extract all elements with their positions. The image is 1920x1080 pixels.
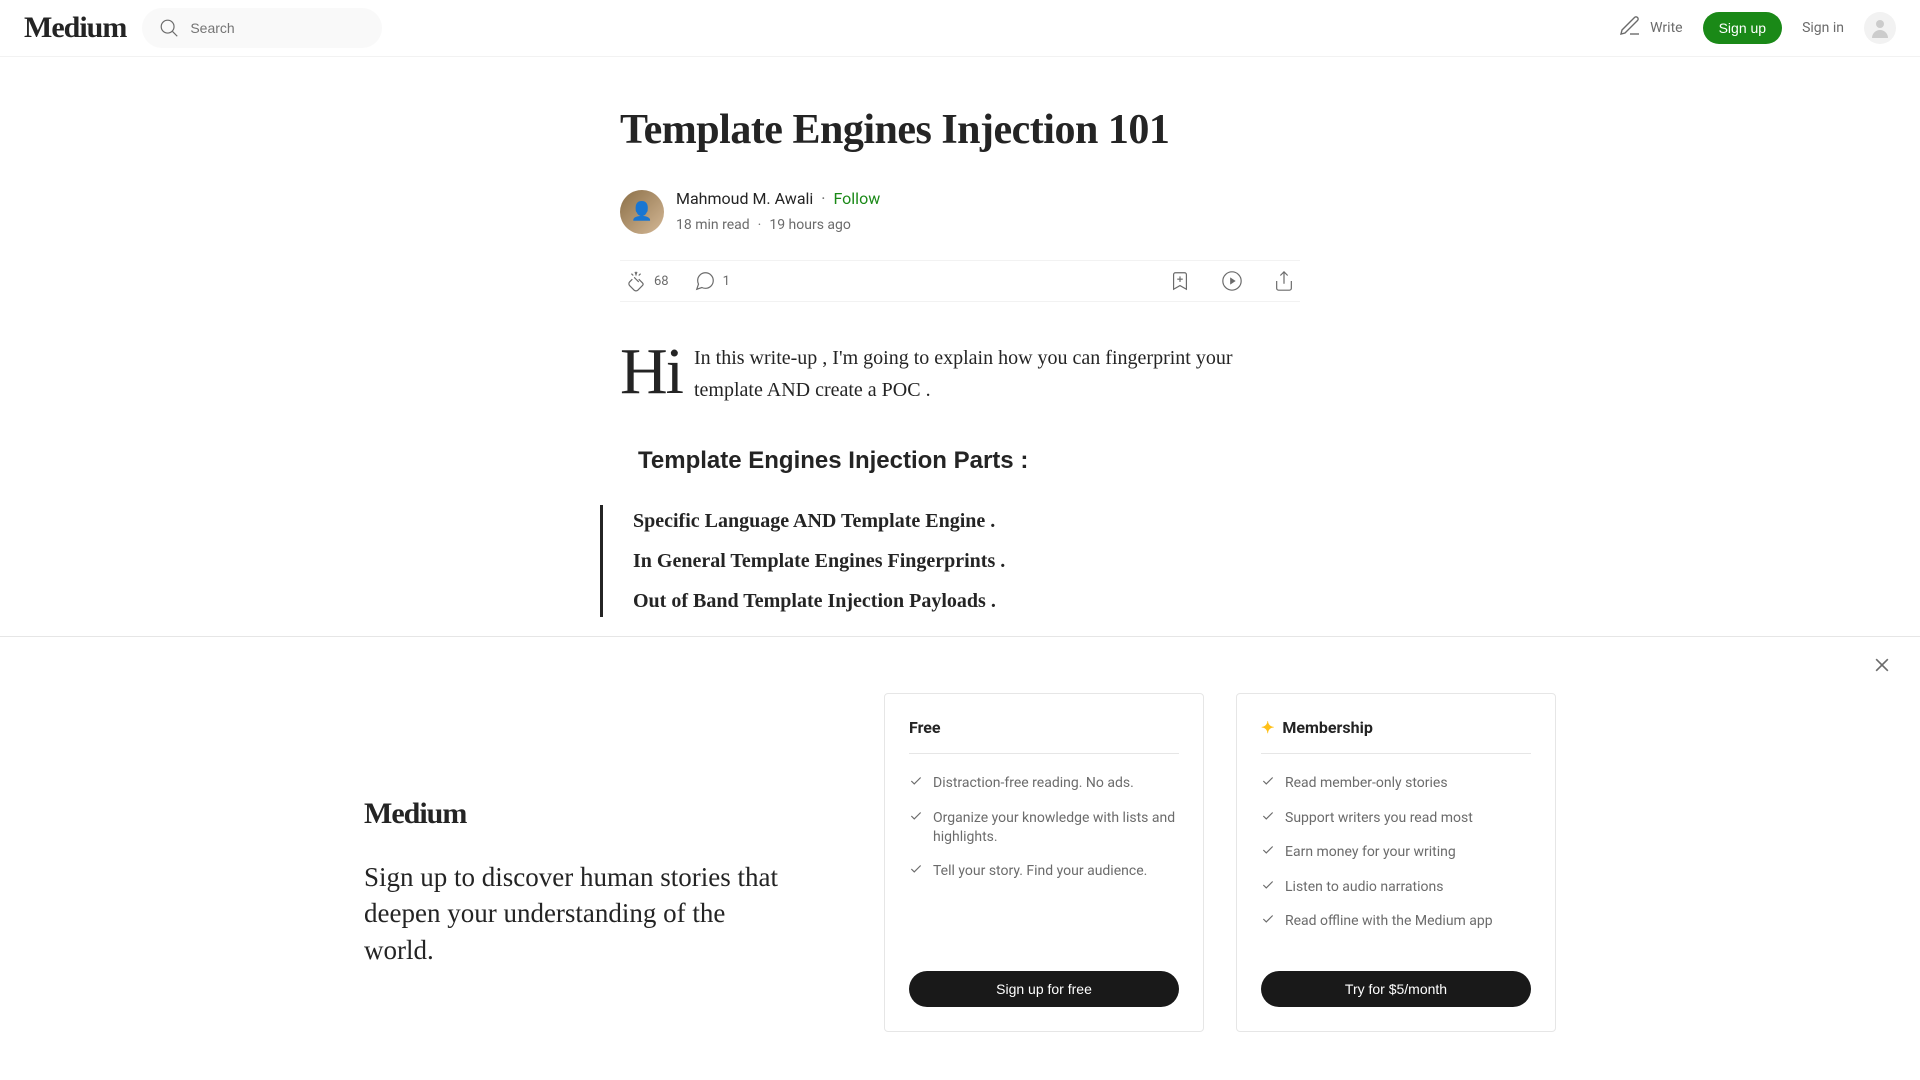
parts-list: Specific Language AND Template Engine . … bbox=[600, 505, 1300, 617]
check-icon bbox=[909, 809, 923, 848]
feature-text: Support writers you read most bbox=[1285, 809, 1473, 830]
check-icon bbox=[1261, 809, 1275, 830]
actions-bar: 68 1 bbox=[620, 260, 1300, 302]
separator-dot: · bbox=[821, 187, 825, 211]
search-box[interactable] bbox=[142, 8, 382, 48]
author-row: 👤 Mahmoud M. Awali · Follow 18 min read … bbox=[620, 187, 1300, 236]
check-icon bbox=[1261, 843, 1275, 864]
article-body: Hi In this write-up , I'm going to expla… bbox=[620, 342, 1300, 616]
check-icon bbox=[909, 774, 923, 795]
dropcap: Hi bbox=[620, 342, 682, 406]
feature-text: Listen to audio narrations bbox=[1285, 878, 1443, 899]
clap-icon bbox=[624, 269, 648, 293]
check-icon bbox=[1261, 912, 1275, 933]
bookmark-button[interactable] bbox=[1168, 269, 1192, 293]
plans: Free Distraction-free reading. No ads. O… bbox=[884, 693, 1556, 1032]
clap-button[interactable]: 68 bbox=[624, 269, 669, 293]
feature-text: Tell your story. Find your audience. bbox=[933, 862, 1147, 883]
article: Template Engines Injection 101 👤 Mahmoud… bbox=[620, 57, 1300, 617]
medium-logo[interactable]: Medium bbox=[24, 11, 126, 45]
banner-tagline: Sign up to discover human stories that d… bbox=[364, 859, 784, 968]
read-time: 18 min read bbox=[676, 215, 750, 236]
check-icon bbox=[1261, 878, 1275, 899]
feature-text: Read member-only stories bbox=[1285, 774, 1448, 795]
plan-free: Free Distraction-free reading. No ads. O… bbox=[884, 693, 1204, 1032]
author-name[interactable]: Mahmoud M. Awali bbox=[676, 187, 813, 211]
article-title: Template Engines Injection 101 bbox=[620, 105, 1300, 155]
header: Medium Write Sign up Sign in bbox=[0, 0, 1920, 57]
author-avatar[interactable]: 👤 bbox=[620, 190, 664, 234]
author-info: Mahmoud M. Awali · Follow 18 min read · … bbox=[676, 187, 880, 236]
plan-title: Membership bbox=[1282, 718, 1372, 737]
signup-button[interactable]: Sign up bbox=[1703, 12, 1782, 44]
subheading: Template Engines Injection Parts : bbox=[638, 442, 1300, 480]
feature-text: Organize your knowledge with lists and h… bbox=[933, 809, 1179, 848]
clap-count: 68 bbox=[654, 274, 669, 289]
check-icon bbox=[1261, 774, 1275, 795]
star-icon: ✦ bbox=[1261, 718, 1274, 737]
plan-membership: ✦ Membership Read member-only stories Su… bbox=[1236, 693, 1556, 1032]
banner-left: Medium Sign up to discover human stories… bbox=[364, 693, 824, 968]
feature-text: Earn money for your writing bbox=[1285, 843, 1456, 864]
list-item: In General Template Engines Fingerprints… bbox=[633, 545, 1300, 577]
search-input[interactable] bbox=[190, 20, 371, 36]
comment-count: 1 bbox=[723, 274, 730, 289]
search-icon bbox=[158, 16, 180, 40]
signup-free-button[interactable]: Sign up for free bbox=[909, 971, 1179, 1007]
feature-text: Read offline with the Medium app bbox=[1285, 912, 1493, 933]
list-item: Out of Band Template Injection Payloads … bbox=[633, 585, 1300, 617]
try-membership-button[interactable]: Try for $5/month bbox=[1261, 971, 1531, 1007]
intro-paragraph: In this write-up , I'm going to explain … bbox=[694, 342, 1300, 406]
header-right: Write Sign up Sign in bbox=[1618, 12, 1896, 44]
write-label: Write bbox=[1650, 20, 1682, 36]
avatar[interactable] bbox=[1864, 12, 1896, 44]
check-icon bbox=[909, 862, 923, 883]
banner-logo: Medium bbox=[364, 797, 824, 831]
follow-link[interactable]: Follow bbox=[833, 187, 880, 211]
comment-button[interactable]: 1 bbox=[693, 269, 730, 293]
share-button[interactable] bbox=[1272, 269, 1296, 293]
close-button[interactable] bbox=[1872, 655, 1896, 679]
feature-text: Distraction-free reading. No ads. bbox=[933, 774, 1134, 795]
published-time: 19 hours ago bbox=[769, 215, 851, 236]
separator-dot: · bbox=[758, 215, 762, 236]
write-icon bbox=[1618, 14, 1642, 42]
plan-title: Free bbox=[909, 718, 941, 737]
list-item: Specific Language AND Template Engine . bbox=[633, 505, 1300, 537]
listen-button[interactable] bbox=[1220, 269, 1244, 293]
comment-icon bbox=[693, 269, 717, 293]
signup-banner: Medium Sign up to discover human stories… bbox=[0, 636, 1920, 1080]
signin-link[interactable]: Sign in bbox=[1802, 20, 1844, 36]
write-link[interactable]: Write bbox=[1618, 14, 1682, 42]
